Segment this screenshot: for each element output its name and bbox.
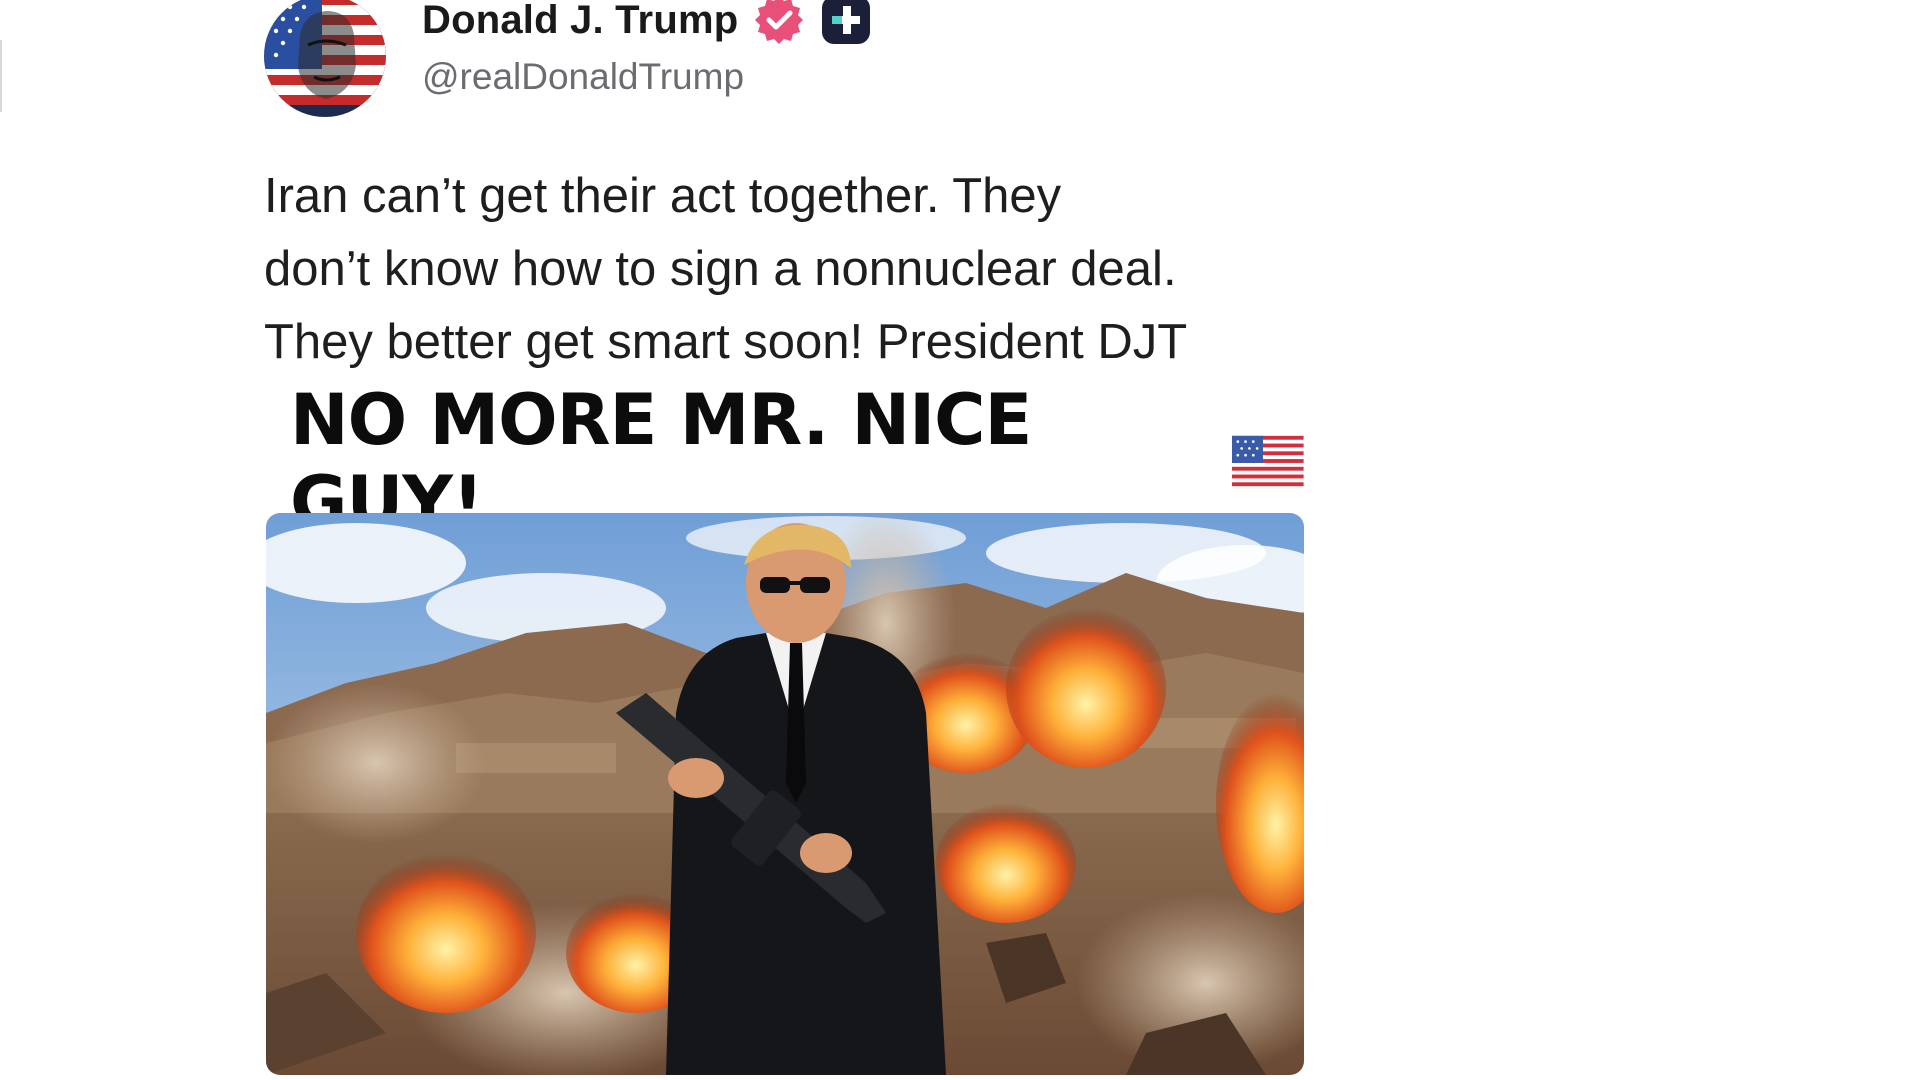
avatar[interactable]	[264, 0, 386, 117]
post-image-illustration	[266, 513, 1304, 1075]
post-image[interactable]	[266, 513, 1304, 1075]
author-display-name[interactable]: Donald J. Trump	[422, 0, 738, 43]
verified-badge-icon	[755, 0, 804, 44]
post-header: Donald J. Trump @realDonaldTrump	[264, 0, 1304, 120]
plus-badge-icon	[822, 0, 871, 44]
post-body-text: Iran can’t get their act together. They …	[264, 169, 1188, 369]
us-flag-icon	[1232, 435, 1304, 487]
author-name-row: Donald J. Trump	[422, 0, 872, 44]
left-edge-divider	[0, 40, 2, 112]
author-handle[interactable]: @realDonaldTrump	[422, 56, 744, 98]
meme-caption: NO MORE MR. NICE GUY!	[290, 379, 1304, 543]
avatar-flag-portrait-icon	[264, 0, 386, 117]
post-card: Donald J. Trump @realDonaldTrump Iran ca…	[264, 0, 1304, 1080]
